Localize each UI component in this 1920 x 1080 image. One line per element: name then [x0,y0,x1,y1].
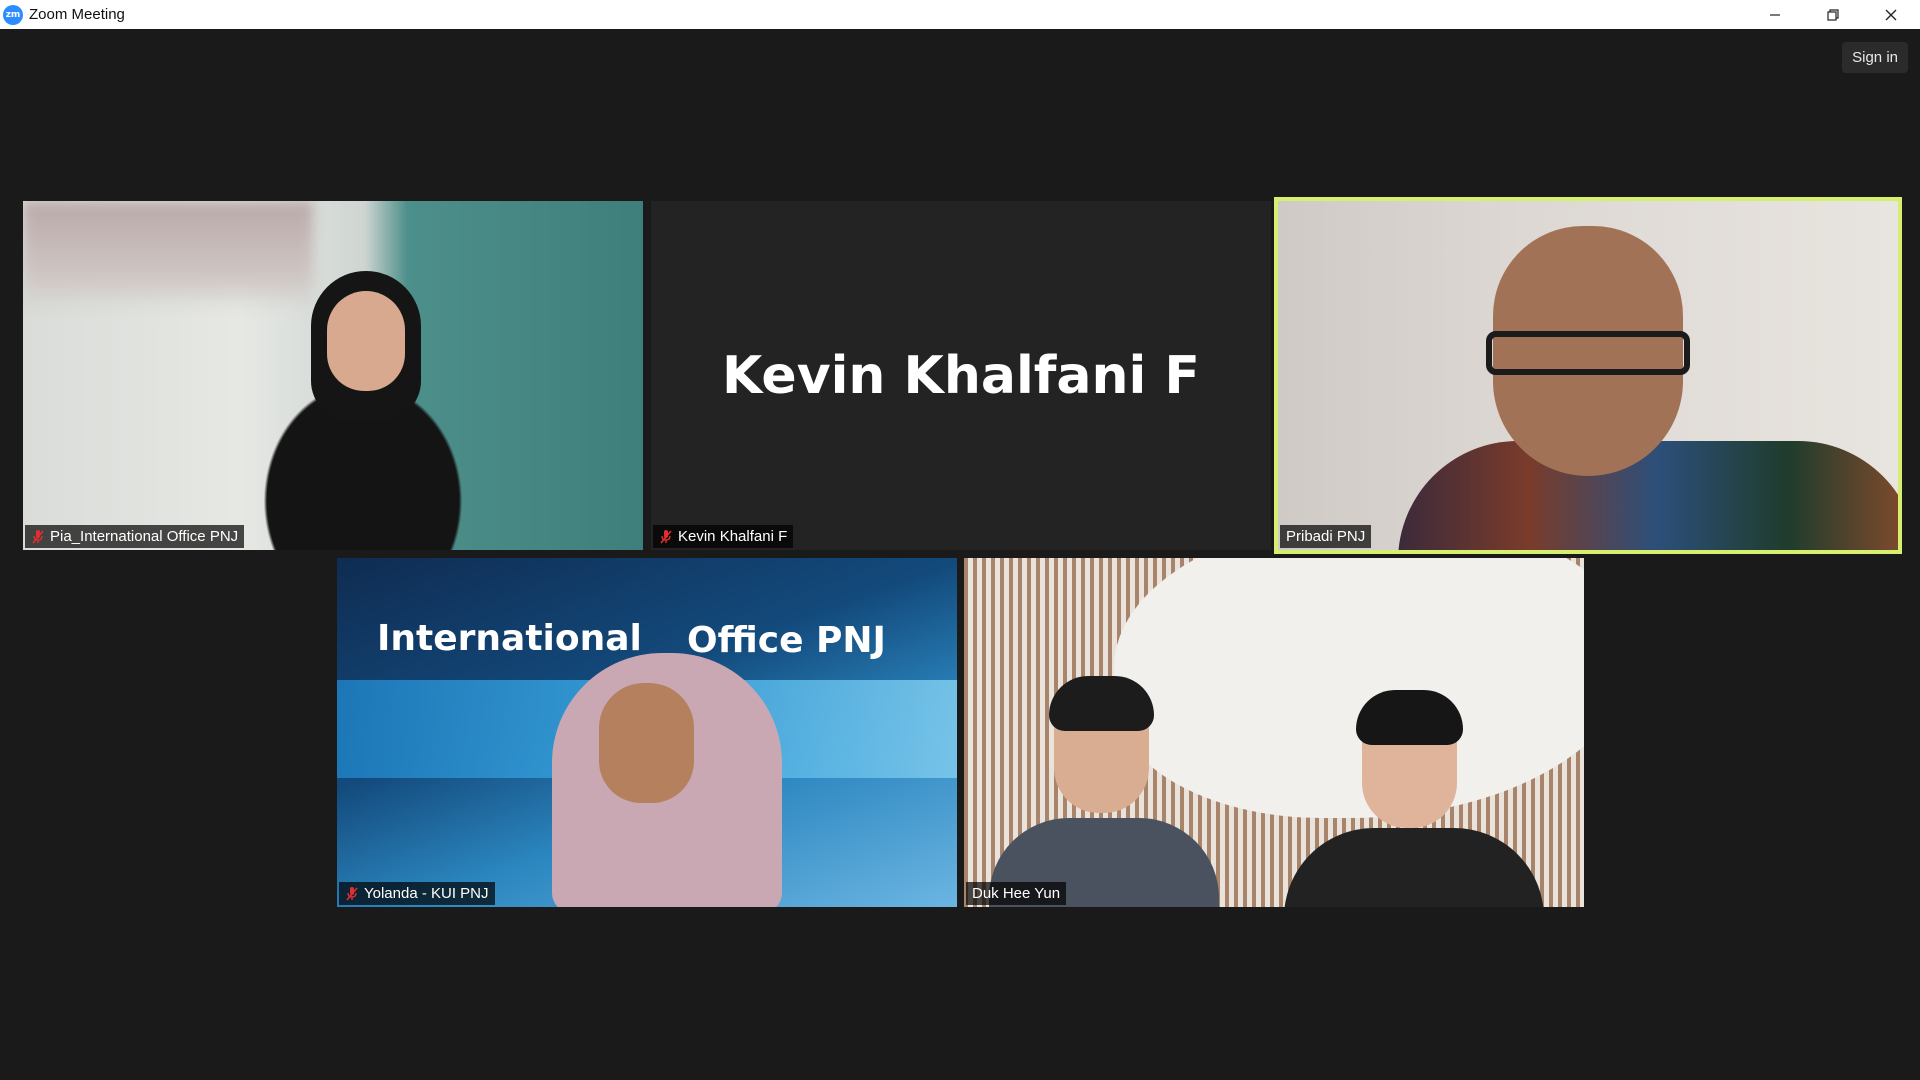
title-bar: zm Zoom Meeting [0,0,1920,29]
minimize-button[interactable] [1746,0,1804,29]
virtual-background-text: Office PNJ [687,620,886,661]
window-controls [1746,0,1920,29]
participant-tile-pribadi[interactable]: Pribadi PNJ [1274,197,1902,554]
meeting-stage: Sign in Pia_International Office PNJ Kev… [0,29,1920,1080]
muted-mic-icon [660,529,672,544]
participant-tile-pia[interactable]: Pia_International Office PNJ [23,201,643,550]
muted-mic-icon [32,529,44,544]
participant-video: International Office PNJ [337,558,957,907]
participant-tile-kevin[interactable]: Kevin Khalfani F Kevin Khalfani F [651,201,1271,550]
participant-display-name: Kevin Khalfani F [722,345,1200,406]
restore-icon [1827,8,1839,21]
close-button[interactable] [1862,0,1920,29]
participant-name-tag: Yolanda - KUI PNJ [339,882,495,905]
muted-mic-icon [346,886,358,901]
participant-name-tag: Pribadi PNJ [1280,525,1372,548]
minimize-icon [1770,13,1780,16]
participant-name: Pia_International Office PNJ [50,528,239,545]
participant-tile-duk-hee-yun[interactable]: Duk Hee Yun [964,558,1584,907]
participant-name-tag: Kevin Khalfani F [653,525,794,548]
participant-video [1278,201,1898,550]
close-icon [1885,9,1897,20]
participant-name: Yolanda - KUI PNJ [364,885,489,902]
participant-video [23,201,643,550]
virtual-background-text: International [377,618,642,659]
participant-tile-yolanda[interactable]: International Office PNJ Yolanda - KUI P… [337,558,957,907]
participant-name: Pribadi PNJ [1286,528,1366,545]
window-title: Zoom Meeting [29,6,125,23]
participant-name: Duk Hee Yun [972,885,1061,902]
participant-name-tag: Pia_International Office PNJ [25,525,245,548]
restore-button[interactable] [1804,0,1862,29]
sign-in-button[interactable]: Sign in [1842,42,1908,73]
participant-name-tag: Duk Hee Yun [966,882,1067,905]
zoom-logo-icon: zm [3,4,23,25]
participant-name: Kevin Khalfani F [678,528,788,545]
participant-video [964,558,1584,907]
